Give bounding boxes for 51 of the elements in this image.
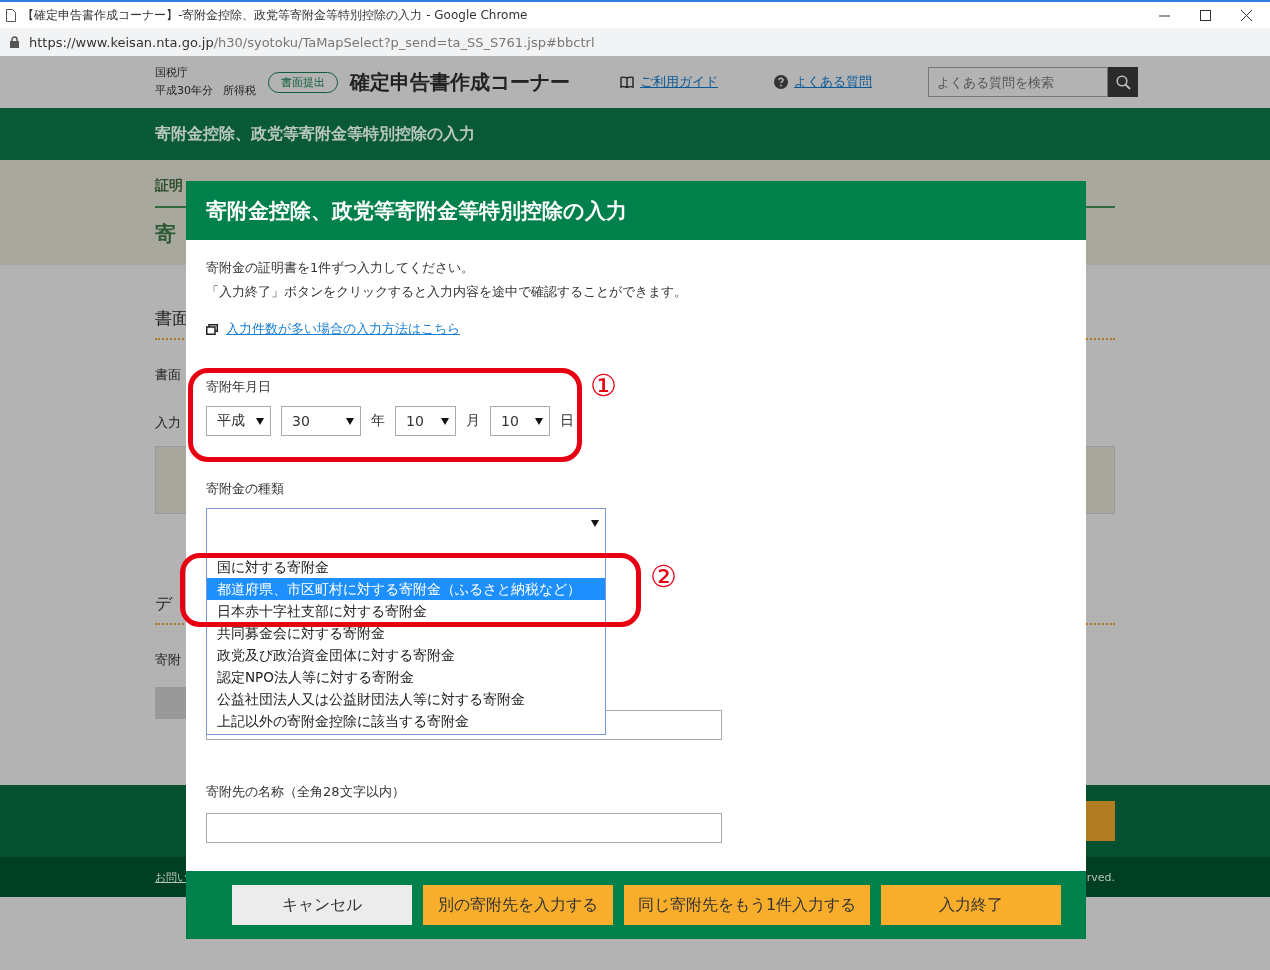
close-icon[interactable] (1241, 9, 1252, 21)
page-title: 寄附金控除、政党等寄附金等特別控除の入力 (155, 123, 476, 145)
lock-icon (10, 36, 19, 48)
date-select[interactable]: 10 (490, 406, 550, 436)
date-unit: 月 (466, 412, 480, 430)
field-label: 入力 (155, 415, 181, 430)
caret-icon (591, 519, 599, 527)
copyright-text: rved. (1086, 870, 1115, 884)
caret-icon (346, 417, 354, 425)
search-button[interactable] (1108, 67, 1138, 97)
window-icon (206, 323, 218, 335)
tax-year-label: 所得税 (223, 83, 256, 99)
step-number: ① (590, 371, 617, 401)
date-label: 寄附年月日 (206, 378, 271, 396)
dialog-button[interactable]: 別の寄附先を入力する (423, 885, 613, 925)
date-select[interactable]: 10 (395, 406, 456, 436)
type-label: 寄附金の種類 (206, 480, 284, 498)
dialog-button[interactable]: 同じ寄附先をもう1件入力する (624, 885, 870, 925)
caret-icon (441, 417, 449, 425)
faq-link[interactable]: よくある質問 (794, 73, 872, 91)
instruction-text: 「入力終了」ボタンをクリックすると入力内容を途中で確認することができます。 (206, 283, 687, 301)
agency-name: 国税庁 (155, 65, 189, 81)
site-title: 確定申告書作成コーナー (350, 68, 570, 96)
date-unit: 日 (560, 412, 574, 430)
step-number: ② (650, 562, 677, 592)
caret-icon (535, 417, 543, 425)
window-title: 【確定申告書作成コーナー】-寄附金控除、政党等寄附金等特別控除の入力 - Google Chrome (22, 6, 529, 24)
dialog-title: 寄附金控除、政党等寄附金等特別控除の入力 (206, 197, 627, 225)
tax-year-label: 平成30年分 (155, 83, 213, 99)
name-label: 寄附先の名称（全角28文字以内） (206, 783, 405, 801)
name-field[interactable] (206, 813, 722, 843)
dialog-button[interactable]: キャンセル (232, 885, 412, 925)
field-label: 寄附 (155, 652, 181, 667)
field-label: 書面 (155, 367, 181, 382)
book-icon (620, 76, 634, 88)
search-field[interactable]: よくある質問を検索 (928, 67, 1108, 97)
date-unit: 年 (371, 412, 385, 430)
help-link[interactable]: 入力件数が多い場合の入力方法はこちら (226, 320, 460, 338)
page-icon (6, 8, 16, 22)
search-icon (1115, 74, 1131, 90)
guide-link[interactable]: ご利用ガイド (640, 73, 718, 91)
maximize-icon[interactable] (1200, 9, 1211, 21)
caret-icon (256, 417, 264, 425)
date-select[interactable]: 平成 (206, 406, 271, 436)
instruction-text: 寄附金の証明書を1件ずつ入力してください。 (206, 259, 475, 277)
step-title: 証明 (155, 177, 183, 193)
section-title: 寄 (155, 222, 176, 246)
date-select[interactable]: 30 (281, 406, 361, 436)
help-icon (774, 75, 788, 89)
section-heading: デ (155, 593, 172, 613)
dialog-button[interactable]: 入力終了 (881, 885, 1061, 925)
